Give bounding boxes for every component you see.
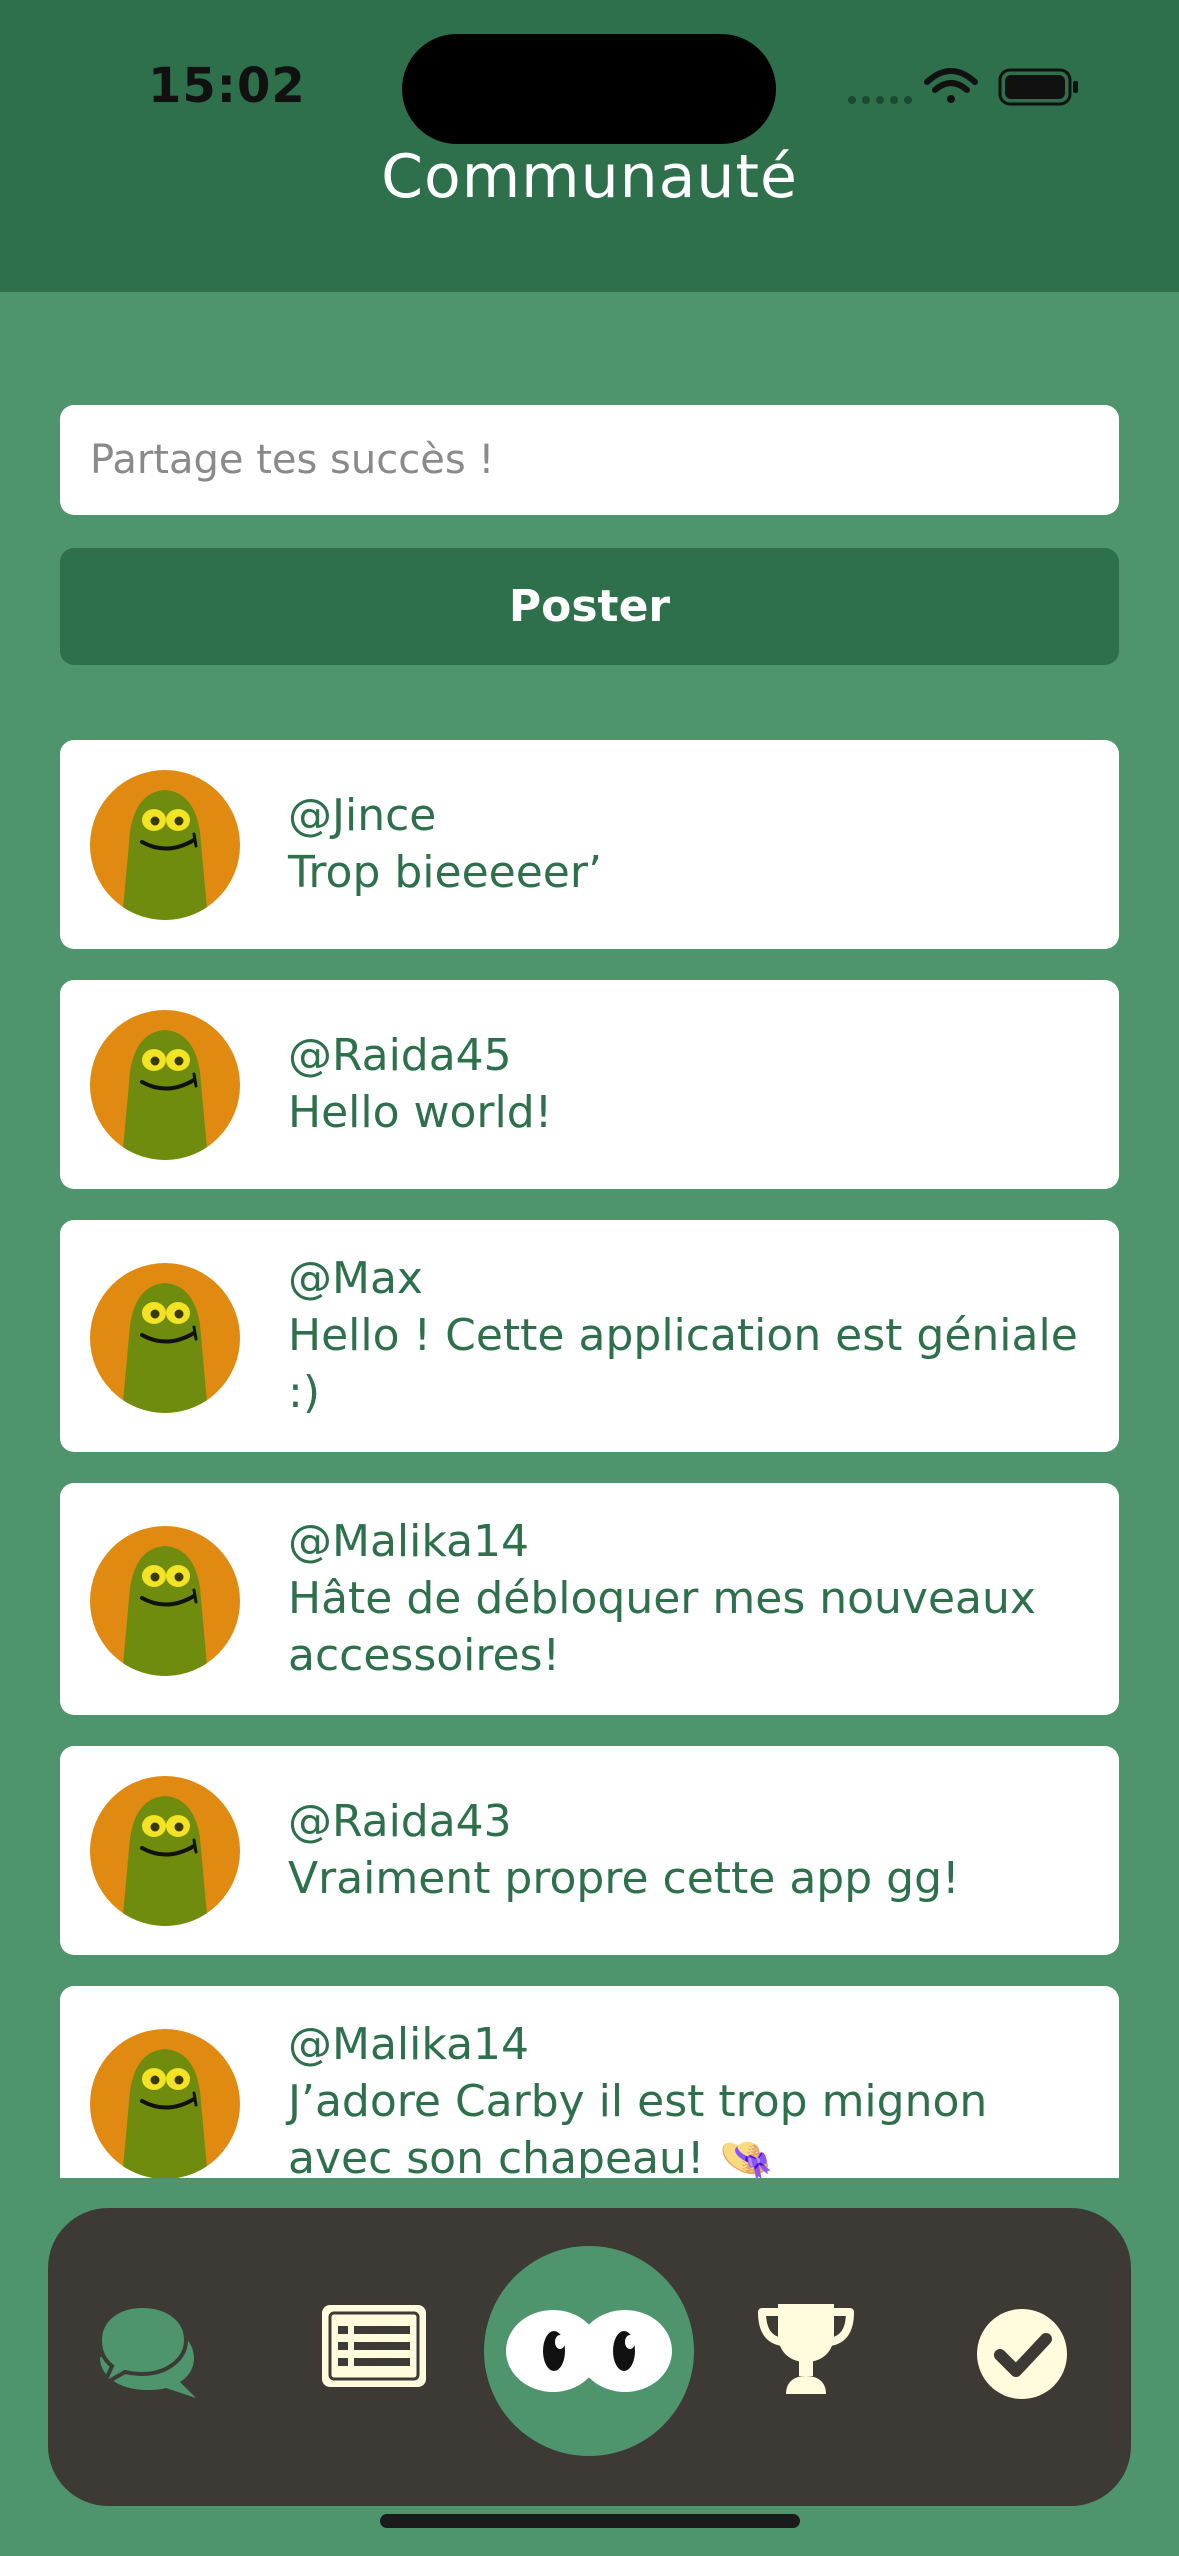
post-content: @Malika14 J’adore Carby il est trop mign… [288, 2016, 1079, 2178]
carby-avatar-icon [90, 1776, 240, 1926]
post-username: @Max [288, 1253, 423, 1304]
post-feed[interactable]: @Jince Trop bieeeeer’ @Raida45 Hello wor… [60, 740, 1119, 2178]
carby-avatar-icon [90, 1010, 240, 1160]
dynamic-island [402, 34, 776, 144]
mascot-eyes-icon[interactable] [484, 2246, 694, 2456]
post-card: @Malika14 J’adore Carby il est trop mign… [60, 1986, 1119, 2178]
status-icons [848, 68, 1078, 106]
battery-icon [998, 68, 1078, 106]
post-message: Vraiment propre cette app gg! [288, 1853, 960, 1904]
tab-bar [48, 2208, 1131, 2506]
post-card: @Max Hello ! Cette application est génia… [60, 1220, 1119, 1452]
post-username: @Raida45 [288, 1030, 512, 1081]
post-username: @Malika14 [288, 2019, 530, 2070]
post-username: @Malika14 [288, 1516, 530, 1567]
page-title: Communauté [381, 142, 798, 212]
post-content: @Raida45 Hello world! [288, 1027, 1079, 1141]
post-content: @Malika14 Hâte de débloquer mes nouveaux… [288, 1513, 1079, 1684]
post-card: @Malika14 Hâte de débloquer mes nouveaux… [60, 1483, 1119, 1715]
carby-avatar-icon [90, 770, 240, 920]
post-content: @Raida43 Vraiment propre cette app gg! [288, 1793, 1079, 1907]
post-message: Trop bieeeeer’ [288, 847, 602, 898]
post-button[interactable]: Poster [60, 548, 1119, 665]
post-username: @Raida43 [288, 1796, 512, 1847]
post-content: @Jince Trop bieeeeer’ [288, 787, 1079, 901]
post-message: Hello world! [288, 1087, 553, 1138]
wifi-icon [924, 68, 978, 103]
post-message: Hello ! Cette application est géniale :) [288, 1310, 1078, 1418]
carby-avatar-icon [90, 1526, 240, 1676]
post-card: @Jince Trop bieeeeer’ [60, 740, 1119, 949]
check-circle-icon[interactable] [976, 2308, 1068, 2400]
post-message: Hâte de débloquer mes nouveaux accessoir… [288, 1573, 1036, 1681]
list-icon[interactable] [320, 2303, 428, 2389]
signal-icon [848, 96, 912, 104]
post-username: @Jince [288, 790, 437, 841]
header-bar: 15:02 Communauté [0, 0, 1179, 292]
post-content: @Max Hello ! Cette application est génia… [288, 1250, 1079, 1421]
post-message: J’adore Carby il est trop mignon avec so… [288, 2076, 988, 2178]
chat-bubbles-icon[interactable] [98, 2302, 208, 2402]
trophy-icon[interactable] [756, 2300, 856, 2398]
status-time: 15:02 [148, 58, 306, 114]
carby-avatar-icon [90, 2029, 240, 2178]
share-input[interactable] [60, 405, 1119, 515]
home-indicator[interactable] [380, 2514, 800, 2528]
carby-avatar-icon [90, 1263, 240, 1413]
post-card: @Raida45 Hello world! [60, 980, 1119, 1189]
post-card: @Raida43 Vraiment propre cette app gg! [60, 1746, 1119, 1955]
